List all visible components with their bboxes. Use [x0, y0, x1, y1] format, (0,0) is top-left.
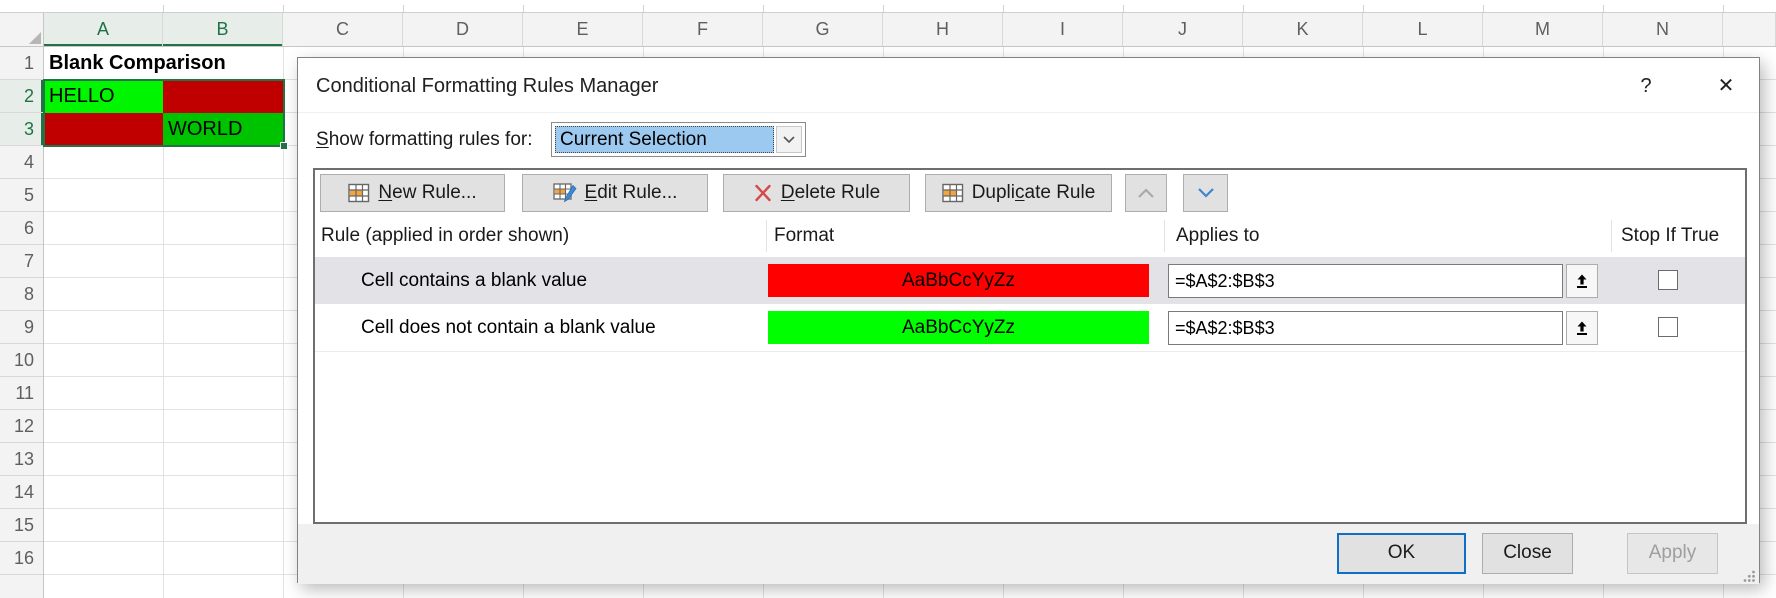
row-header-band: 12345678910111213141516 — [0, 47, 44, 598]
list-header-rule: Rule (applied in order shown) — [321, 218, 569, 254]
column-boundary-ticks — [44, 5, 1776, 12]
row-header-1[interactable]: 1 — [0, 47, 43, 80]
column-header-band: ABCDEFGHIJKLMN — [44, 13, 1776, 47]
column-header-I[interactable]: I — [1003, 13, 1123, 46]
edit-rule-button[interactable]: Edit Rule... — [522, 174, 708, 212]
stop-if-true-checkbox[interactable] — [1658, 270, 1678, 290]
row-header-5[interactable]: 5 — [0, 179, 43, 212]
column-header-M[interactable]: M — [1483, 13, 1603, 46]
table-grid-icon — [942, 183, 964, 203]
arrow-up-from-bar-icon — [1574, 320, 1590, 337]
row-header-9[interactable]: 9 — [0, 311, 43, 344]
row-header-12[interactable]: 12 — [0, 410, 43, 443]
header-divider — [1611, 220, 1612, 252]
table-grid-pencil-icon — [553, 182, 577, 204]
row-header-11[interactable]: 11 — [0, 377, 43, 410]
list-header-applies-to: Applies to — [1176, 218, 1259, 254]
row-header-16[interactable]: 16 — [0, 542, 43, 575]
arrow-up-from-bar-icon — [1574, 273, 1590, 290]
close-button[interactable]: Close — [1482, 533, 1573, 574]
ok-button[interactable]: OK — [1337, 533, 1466, 574]
rule-row-selected[interactable]: Cell contains a blank value AaBbCcYyZz — [315, 257, 1745, 304]
format-preview: AaBbCcYyZz — [768, 311, 1149, 344]
show-rules-label: Show formatting rules for: — [316, 122, 533, 157]
column-header-H[interactable]: H — [883, 13, 1003, 46]
column-header-F[interactable]: F — [643, 13, 763, 46]
row-header-14[interactable]: 14 — [0, 476, 43, 509]
column-header-E[interactable]: E — [523, 13, 643, 46]
list-header-stop-if-true: Stop If True — [1621, 218, 1719, 254]
rule-description: Cell contains a blank value — [361, 257, 587, 304]
column-header-partial[interactable] — [1723, 13, 1776, 46]
selection-range-border — [43, 79, 285, 147]
formula-bar-bottom-strip — [0, 0, 1776, 13]
row-header-7[interactable]: 7 — [0, 245, 43, 278]
fill-handle[interactable] — [280, 142, 288, 150]
column-header-K[interactable]: K — [1243, 13, 1363, 46]
scope-dropdown-button[interactable] — [776, 126, 802, 153]
column-header-B[interactable]: B — [163, 13, 283, 46]
select-all-corner[interactable] — [0, 13, 44, 47]
new-rule-button[interactable]: New Rule... — [320, 174, 505, 212]
column-header-J[interactable]: J — [1123, 13, 1243, 46]
table-grid-icon — [348, 183, 370, 203]
select-all-triangle-icon — [29, 32, 41, 44]
format-preview: AaBbCcYyZz — [768, 264, 1149, 297]
column-header-D[interactable]: D — [403, 13, 523, 46]
move-rule-down-button[interactable] — [1183, 174, 1228, 212]
help-button[interactable]: ? — [1628, 70, 1664, 102]
applies-to-input[interactable] — [1168, 264, 1563, 298]
rule-description: Cell does not contain a blank value — [361, 304, 656, 351]
close-icon[interactable]: ✕ — [1708, 70, 1744, 102]
row-header-10[interactable]: 10 — [0, 344, 43, 377]
dialog-title: Conditional Formatting Rules Manager — [316, 70, 658, 102]
apply-button[interactable]: Apply — [1627, 533, 1718, 574]
range-selector-button[interactable] — [1566, 311, 1598, 345]
chevron-down-icon — [782, 135, 796, 144]
column-header-G[interactable]: G — [763, 13, 883, 46]
row-header-3[interactable]: 3 — [0, 113, 43, 146]
scope-dropdown-value[interactable]: Current Selection — [555, 126, 774, 153]
header-divider — [766, 220, 767, 252]
duplicate-rule-button[interactable]: Duplicate Rule — [925, 174, 1112, 212]
resize-grip[interactable] — [1742, 567, 1756, 581]
rule-row[interactable]: Cell does not contain a blank value AaBb… — [315, 304, 1745, 352]
applies-to-input[interactable] — [1168, 311, 1563, 345]
resize-grip-icon — [1742, 569, 1756, 583]
header-divider — [1164, 220, 1165, 252]
delete-rule-button[interactable]: Delete Rule — [723, 174, 910, 212]
row-header-4[interactable]: 4 — [0, 146, 43, 179]
row-header-2[interactable]: 2 — [0, 80, 43, 113]
scope-dropdown[interactable]: Current Selection — [551, 122, 806, 157]
range-selector-button[interactable] — [1566, 264, 1598, 298]
chevron-up-icon — [1136, 187, 1156, 199]
column-header-C[interactable]: C — [283, 13, 403, 46]
row-header-13[interactable]: 13 — [0, 443, 43, 476]
red-x-icon — [753, 183, 773, 203]
column-header-A[interactable]: A — [44, 13, 163, 46]
dialog-footer: OK Close Apply — [298, 524, 1759, 584]
chevron-down-icon — [1196, 187, 1216, 199]
row-header-15[interactable]: 15 — [0, 509, 43, 542]
title-separator — [298, 112, 1759, 113]
row-header-6[interactable]: 6 — [0, 212, 43, 245]
cf-rules-manager-dialog: Conditional Formatting Rules Manager ? ✕… — [297, 57, 1760, 583]
row-header-8[interactable]: 8 — [0, 278, 43, 311]
list-header-format: Format — [774, 218, 834, 254]
stop-if-true-checkbox[interactable] — [1658, 317, 1678, 337]
move-rule-up-button[interactable] — [1125, 174, 1167, 212]
column-header-N[interactable]: N — [1603, 13, 1723, 46]
column-header-L[interactable]: L — [1363, 13, 1483, 46]
